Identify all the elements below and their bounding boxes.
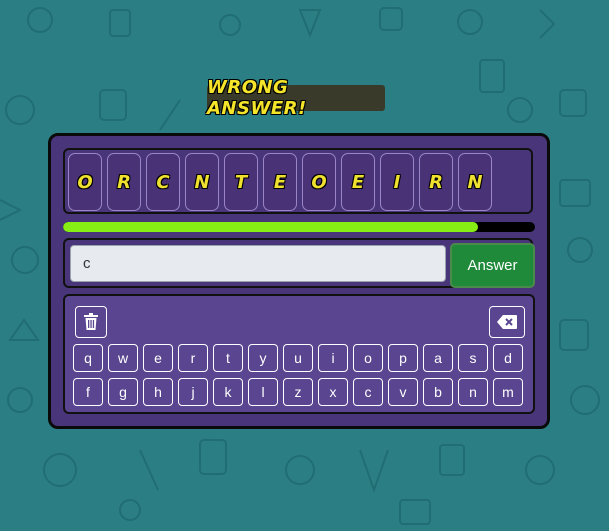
progress-fill [63, 222, 479, 232]
key-d[interactable]: d [493, 344, 523, 372]
letter-tile: R [419, 153, 453, 211]
backspace-icon [497, 315, 517, 329]
key-l[interactable]: l [248, 378, 278, 406]
key-t[interactable]: t [213, 344, 243, 372]
letter-tiles: ORCNTEOEIRN [63, 148, 533, 214]
key-k[interactable]: k [213, 378, 243, 406]
key-v[interactable]: v [388, 378, 418, 406]
key-q[interactable]: q [73, 344, 103, 372]
key-h[interactable]: h [143, 378, 173, 406]
letter-tile: N [458, 153, 492, 211]
key-e[interactable]: e [143, 344, 173, 372]
keyboard-row-1: qwertyuiopasd [73, 344, 523, 372]
letter-tile: N [185, 153, 219, 211]
key-u[interactable]: u [283, 344, 313, 372]
letter-tile: E [341, 153, 375, 211]
key-w[interactable]: w [108, 344, 138, 372]
key-p[interactable]: p [388, 344, 418, 372]
letter-tile: I [380, 153, 414, 211]
keyboard-row-2: fghjklzxcvbnm [73, 378, 523, 406]
key-f[interactable]: f [73, 378, 103, 406]
key-y[interactable]: y [248, 344, 278, 372]
key-x[interactable]: x [318, 378, 348, 406]
letter-tile: O [68, 153, 102, 211]
key-a[interactable]: a [423, 344, 453, 372]
clear-button[interactable] [75, 306, 107, 338]
wrong-answer-banner: WRONG ANSWER! [207, 77, 385, 119]
trash-icon [84, 313, 98, 330]
letter-tile: R [107, 153, 141, 211]
game-panel: ORCNTEOEIRN Answer qwertyuiopasd fghjklz [48, 133, 550, 429]
answer-input[interactable] [70, 245, 446, 282]
key-s[interactable]: s [458, 344, 488, 372]
timer-progress-bar [63, 222, 535, 232]
letter-tile: O [302, 153, 336, 211]
letter-tile: C [146, 153, 180, 211]
key-o[interactable]: o [353, 344, 383, 372]
key-n[interactable]: n [458, 378, 488, 406]
on-screen-keyboard: qwertyuiopasd fghjklzxcvbnm [63, 294, 535, 414]
key-m[interactable]: m [493, 378, 523, 406]
key-i[interactable]: i [318, 344, 348, 372]
key-b[interactable]: b [423, 378, 453, 406]
answer-button[interactable]: Answer [450, 243, 535, 288]
backspace-button[interactable] [489, 306, 525, 338]
answer-row: Answer [63, 238, 535, 288]
key-j[interactable]: j [178, 378, 208, 406]
key-c[interactable]: c [353, 378, 383, 406]
key-g[interactable]: g [108, 378, 138, 406]
letter-tile: T [224, 153, 258, 211]
key-z[interactable]: z [283, 378, 313, 406]
key-r[interactable]: r [178, 344, 208, 372]
letter-tile: E [263, 153, 297, 211]
